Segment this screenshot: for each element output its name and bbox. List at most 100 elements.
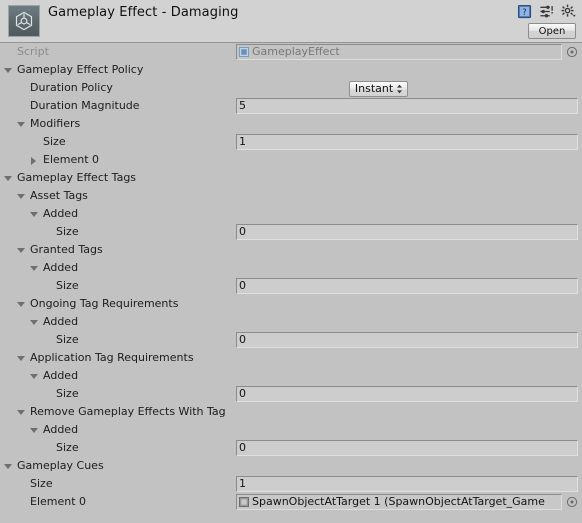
foldout-expanded-triangle-icon[interactable]	[4, 461, 15, 472]
foldout-expanded-triangle-icon[interactable]	[17, 245, 28, 256]
property-label-wrap: Gameplay Effect Policy	[0, 61, 143, 79]
number-input[interactable]: 0	[236, 440, 578, 456]
foldout-expanded-triangle-icon[interactable]	[30, 263, 41, 274]
foldout-expanded-triangle-icon[interactable]	[30, 317, 41, 328]
property-label-wrap: Ongoing Tag Requirements	[0, 295, 178, 313]
property-label: Application Tag Requirements	[30, 351, 194, 364]
property-label-wrap: Application Tag Requirements	[0, 349, 194, 367]
property-label: Size	[30, 477, 53, 490]
object-reference-field[interactable]: GameplayEffect	[236, 44, 562, 60]
property-label-wrap: Added	[0, 367, 78, 385]
property-label-wrap: Gameplay Cues	[0, 457, 104, 475]
property-row: Size 1	[0, 133, 582, 151]
property-row: Added	[0, 205, 582, 223]
inspector-property-list: Script GameplayEffect Gameplay Effect Poli…	[0, 43, 582, 523]
property-label: Added	[43, 207, 79, 220]
property-label-wrap: Size	[0, 223, 79, 241]
help-book-icon[interactable]: ?	[517, 4, 532, 19]
property-label-wrap: Size	[0, 133, 66, 151]
property-label: Added	[43, 315, 79, 328]
property-row: Ongoing Tag Requirements	[0, 295, 582, 313]
inspector-header: Gameplay Effect - Damaging ? Open	[0, 0, 582, 43]
gear-dropdown-icon[interactable]	[561, 4, 576, 19]
property-label-wrap: Added	[0, 313, 78, 331]
foldout-expanded-triangle-icon[interactable]	[17, 407, 28, 418]
property-label-wrap: Element 0	[0, 493, 86, 511]
foldout-expanded-triangle-icon[interactable]	[17, 299, 28, 310]
foldout-expanded-triangle-icon[interactable]	[4, 65, 15, 76]
header-icon-group: ?	[517, 4, 576, 19]
property-label-wrap: Duration Magnitude	[0, 97, 140, 115]
property-row: Element 0	[0, 151, 582, 169]
property-row: Gameplay Cues	[0, 457, 582, 475]
property-label-wrap: Added	[0, 205, 78, 223]
property-label-wrap: Script	[0, 43, 49, 61]
prefab-cube-icon	[239, 497, 249, 507]
property-label: Gameplay Cues	[17, 459, 104, 472]
object-picker-icon[interactable]	[566, 496, 578, 508]
property-label: Gameplay Effect Tags	[17, 171, 137, 184]
property-row: Added	[0, 313, 582, 331]
property-label: Script	[17, 45, 49, 58]
property-label: Size	[56, 333, 79, 346]
object-reference-value: SpawnObjectAtTarget 1 (SpawnObjectAtTarg…	[252, 495, 545, 508]
preset-icon[interactable]	[539, 4, 554, 19]
property-row: Script GameplayEffect	[0, 43, 582, 61]
property-row: Duration Magnitude 5	[0, 97, 582, 115]
page-title: Gameplay Effect - Damaging	[48, 5, 239, 20]
property-label: Modifiers	[30, 117, 81, 130]
property-row: Size 1	[0, 475, 582, 493]
number-input[interactable]: 1	[236, 134, 578, 150]
foldout-expanded-triangle-icon[interactable]	[4, 173, 15, 184]
property-row: Gameplay Effect Tags	[0, 169, 582, 187]
property-label: Element 0	[43, 153, 100, 166]
property-row: Size 0	[0, 385, 582, 403]
property-row: Duration Policy Instant	[0, 79, 582, 97]
number-input[interactable]: 0	[236, 224, 578, 240]
number-input[interactable]: 1	[236, 476, 578, 492]
object-reference-field[interactable]: SpawnObjectAtTarget 1 (SpawnObjectAtTarg…	[236, 494, 562, 510]
property-label-wrap: Modifiers	[0, 115, 80, 133]
unity-asset-icon	[8, 5, 40, 37]
property-label-wrap: Size	[0, 331, 79, 349]
property-label-wrap: Size	[0, 475, 53, 493]
property-label-wrap: Granted Tags	[0, 241, 103, 259]
number-input[interactable]: 0	[236, 332, 578, 348]
number-input[interactable]: 5	[236, 98, 578, 114]
property-label: Size	[56, 441, 79, 454]
property-row: Size 0	[0, 277, 582, 295]
property-row: Size 0	[0, 223, 582, 241]
property-label: Added	[43, 423, 79, 436]
property-label: Size	[56, 387, 79, 400]
open-button[interactable]: Open	[528, 23, 576, 39]
popup-arrows-icon	[397, 84, 403, 94]
property-label-wrap: Size	[0, 385, 79, 403]
property-row: Added	[0, 367, 582, 385]
property-row: Size 0	[0, 439, 582, 457]
property-label: Size	[56, 225, 79, 238]
property-row: Element 0 SpawnObjectAtTarget 1 (SpawnObj…	[0, 493, 582, 511]
object-picker-icon[interactable]	[566, 46, 578, 58]
dropdown-select[interactable]: Instant	[348, 81, 409, 97]
property-row: Modifiers	[0, 115, 582, 133]
property-label-wrap: Gameplay Effect Tags	[0, 169, 136, 187]
property-row: Size 0	[0, 331, 582, 349]
foldout-expanded-triangle-icon[interactable]	[17, 191, 28, 202]
object-reference-value: GameplayEffect	[252, 45, 340, 58]
property-label: Size	[43, 135, 66, 148]
foldout-expanded-triangle-icon[interactable]	[17, 353, 28, 364]
number-input[interactable]: 0	[236, 278, 578, 294]
property-label: Gameplay Effect Policy	[17, 63, 144, 76]
foldout-expanded-triangle-icon[interactable]	[30, 209, 41, 220]
svg-text:?: ?	[522, 7, 526, 17]
foldout-collapsed-triangle-icon[interactable]	[30, 155, 41, 166]
property-label: Element 0	[30, 495, 87, 508]
property-label: Ongoing Tag Requirements	[30, 297, 179, 310]
foldout-expanded-triangle-icon[interactable]	[17, 119, 28, 130]
foldout-expanded-triangle-icon[interactable]	[30, 371, 41, 382]
foldout-expanded-triangle-icon[interactable]	[30, 425, 41, 436]
property-label: Asset Tags	[30, 189, 88, 202]
property-row: Added	[0, 259, 582, 277]
number-input[interactable]: 0	[236, 386, 578, 402]
property-row: Application Tag Requirements	[0, 349, 582, 367]
